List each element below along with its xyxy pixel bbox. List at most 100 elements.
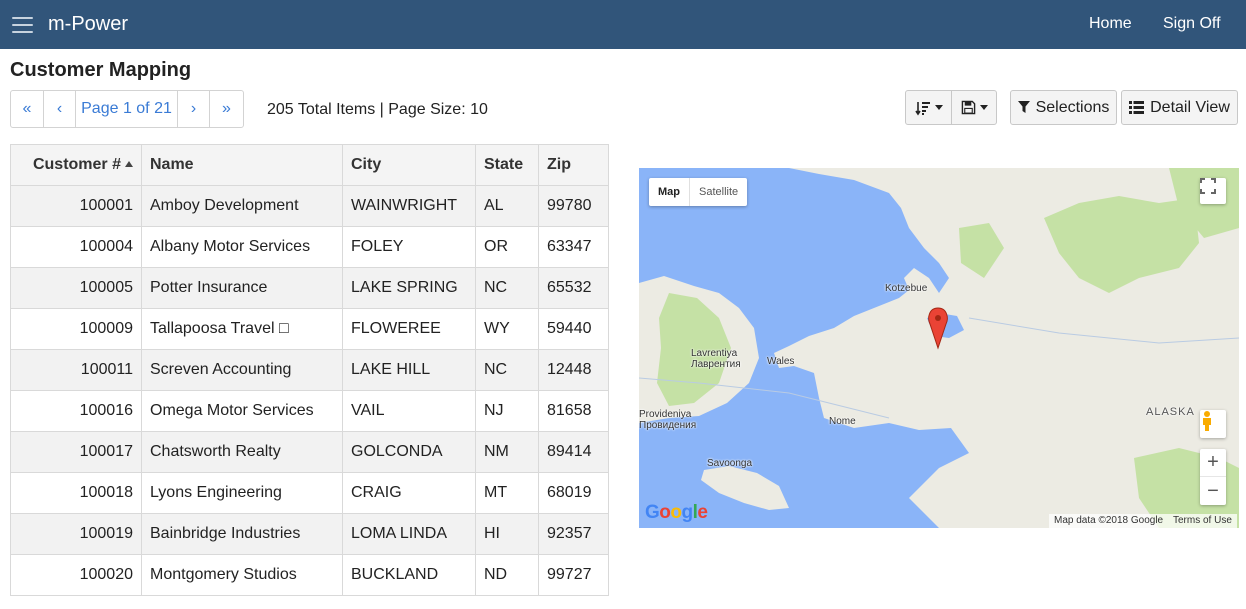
- table-row[interactable]: 100016 Omega Motor Services VAIL NJ 8165…: [10, 390, 609, 432]
- pagination: « ‹ Page 1 of 21 › »: [10, 90, 244, 128]
- cell-zip: 92357: [538, 513, 609, 555]
- table-row[interactable]: 100017 Chatsworth Realty GOLCONDA NM 894…: [10, 431, 609, 473]
- column-header-state[interactable]: State: [475, 144, 539, 186]
- cell-state: NJ: [475, 390, 539, 432]
- cell-zip: 65532: [538, 267, 609, 309]
- cell-zip: 59440: [538, 308, 609, 350]
- map-type-map-button[interactable]: Map: [649, 178, 690, 206]
- table-row[interactable]: 100011 Screven Accounting LAKE HILL NC 1…: [10, 349, 609, 391]
- column-header-city[interactable]: City: [342, 144, 476, 186]
- cell-name: Potter Insurance: [141, 267, 343, 309]
- customer-map[interactable]: Map Satellite + − Kotzebue Lavrentiya Ла…: [639, 168, 1239, 528]
- cell-city: WAINWRIGHT: [342, 185, 476, 227]
- cell-zip: 89414: [538, 431, 609, 473]
- fullscreen-button[interactable]: [1200, 178, 1226, 204]
- cell-city: LAKE SPRING: [342, 267, 476, 309]
- floppy-disk-icon: [961, 100, 975, 115]
- cell-customer-number: 100009: [10, 308, 142, 350]
- detail-view-button[interactable]: Detail View: [1121, 90, 1238, 125]
- cell-city: VAIL: [342, 390, 476, 432]
- sort-ascending-icon: [125, 161, 133, 167]
- map-label-alaska: ALASKA: [1146, 406, 1195, 418]
- cell-name: Bainbridge Industries: [141, 513, 343, 555]
- cell-name: Chatsworth Realty: [141, 431, 343, 473]
- chevron-down-icon: [934, 105, 943, 110]
- next-page-button[interactable]: ›: [178, 91, 210, 127]
- page-title: Customer Mapping: [10, 59, 192, 81]
- save-export-button[interactable]: [951, 90, 997, 125]
- cell-state: MT: [475, 472, 539, 514]
- zoom-in-button[interactable]: +: [1200, 449, 1226, 477]
- cell-name: Lyons Engineering: [141, 472, 343, 514]
- cell-city: GOLCONDA: [342, 431, 476, 473]
- nav-signoff-link[interactable]: Sign Off: [1163, 15, 1221, 33]
- table-header-row: Customer # Name City State Zip: [10, 144, 609, 186]
- first-page-button[interactable]: «: [11, 91, 44, 127]
- street-view-pegman[interactable]: [1200, 410, 1226, 438]
- table-row[interactable]: 100020 Montgomery Studios BUCKLAND ND 99…: [10, 554, 609, 596]
- last-page-button[interactable]: »: [210, 91, 243, 127]
- cell-customer-number: 100019: [10, 513, 142, 555]
- cell-customer-number: 100011: [10, 349, 142, 391]
- cell-customer-number: 100001: [10, 185, 142, 227]
- cell-city: FOLEY: [342, 226, 476, 268]
- cell-name: Screven Accounting: [141, 349, 343, 391]
- cell-state: NC: [475, 349, 539, 391]
- cell-state: ND: [475, 554, 539, 596]
- map-label-lavrentiya: Lavrentiya Лаврентия: [691, 348, 741, 370]
- cell-state: NC: [475, 267, 539, 309]
- cell-customer-number: 100020: [10, 554, 142, 596]
- fullscreen-icon: [1200, 178, 1216, 194]
- cell-zip: 81658: [538, 390, 609, 432]
- zoom-control: + −: [1200, 449, 1226, 505]
- zoom-out-button[interactable]: −: [1200, 477, 1226, 505]
- nav-home-link[interactable]: Home: [1089, 15, 1132, 33]
- cell-city: FLOWEREE: [342, 308, 476, 350]
- table-row[interactable]: 100019 Bainbridge Industries LOMA LINDA …: [10, 513, 609, 555]
- cell-name: Amboy Development: [141, 185, 343, 227]
- table-row[interactable]: 100004 Albany Motor Services FOLEY OR 63…: [10, 226, 609, 268]
- map-attribution: Map data ©2018 Google: [1049, 514, 1169, 528]
- map-type-satellite-button[interactable]: Satellite: [690, 178, 747, 206]
- cell-state: NM: [475, 431, 539, 473]
- cell-zip: 12448: [538, 349, 609, 391]
- sort-button[interactable]: [905, 90, 952, 125]
- map-label-wales: Wales: [767, 356, 795, 367]
- map-label-nome: Nome: [829, 416, 856, 427]
- customer-table: Customer # Name City State Zip 100001 Am…: [10, 144, 609, 596]
- pegman-icon: [1203, 411, 1211, 431]
- prev-page-button[interactable]: ‹: [44, 91, 76, 127]
- list-icon: [1129, 101, 1145, 114]
- table-row[interactable]: 100018 Lyons Engineering CRAIG MT 68019: [10, 472, 609, 514]
- cell-city: CRAIG: [342, 472, 476, 514]
- table-row[interactable]: 100005 Potter Insurance LAKE SPRING NC 6…: [10, 267, 609, 309]
- top-navbar: m-Power Home Sign Off: [0, 0, 1246, 49]
- chevron-down-icon: [979, 105, 988, 110]
- table-row[interactable]: 100009 Tallapoosa Travel □ FLOWEREE WY 5…: [10, 308, 609, 350]
- cell-zip: 99780: [538, 185, 609, 227]
- cell-customer-number: 100016: [10, 390, 142, 432]
- map-type-control: Map Satellite: [649, 178, 748, 206]
- app-brand[interactable]: m-Power: [48, 13, 128, 36]
- cell-customer-number: 100004: [10, 226, 142, 268]
- column-header-name[interactable]: Name: [141, 144, 343, 186]
- selections-button[interactable]: Selections: [1010, 90, 1117, 125]
- cell-city: LOMA LINDA: [342, 513, 476, 555]
- cell-city: BUCKLAND: [342, 554, 476, 596]
- column-header-customer-number[interactable]: Customer #: [10, 144, 142, 186]
- cell-customer-number: 100005: [10, 267, 142, 309]
- cell-name: Montgomery Studios: [141, 554, 343, 596]
- cell-zip: 99727: [538, 554, 609, 596]
- cell-state: OR: [475, 226, 539, 268]
- map-label-kotzebue: Kotzebue: [885, 283, 928, 294]
- terms-of-use-link[interactable]: Terms of Use: [1168, 514, 1237, 528]
- cell-zip: 63347: [538, 226, 609, 268]
- cell-state: AL: [475, 185, 539, 227]
- cell-name: Tallapoosa Travel □: [141, 308, 343, 350]
- page-indicator-button[interactable]: Page 1 of 21: [76, 91, 178, 127]
- total-items-summary: 205 Total Items | Page Size: 10: [267, 101, 488, 118]
- column-header-zip[interactable]: Zip: [538, 144, 609, 186]
- cell-name: Albany Motor Services: [141, 226, 343, 268]
- hamburger-icon[interactable]: [12, 17, 33, 34]
- table-row[interactable]: 100001 Amboy Development WAINWRIGHT AL 9…: [10, 185, 609, 227]
